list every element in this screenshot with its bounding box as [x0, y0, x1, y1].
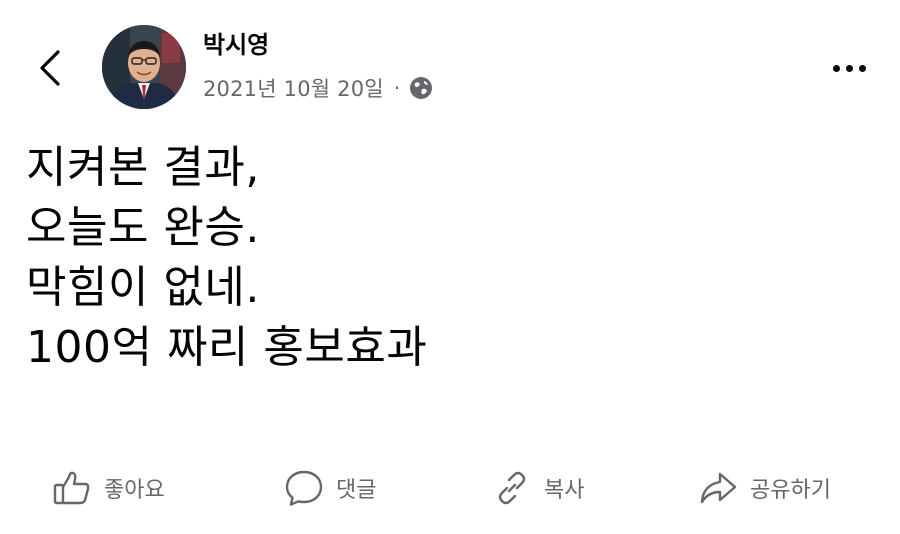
post-date[interactable]: 2021년 10월 20일 — [203, 73, 384, 103]
comment-bubble-icon — [282, 466, 326, 510]
author-name[interactable]: 박시영 — [203, 30, 269, 60]
share-arrow-icon — [696, 466, 740, 510]
post-header: 박시영 2021년 10월 20일 · — [0, 0, 900, 120]
copy-link-button[interactable]: 복사 — [490, 458, 584, 518]
post-text-line: 막힘이 없네. — [26, 262, 260, 313]
share-label: 공유하기 — [750, 478, 831, 503]
like-label: 좋아요 — [104, 478, 165, 503]
globe-icon — [408, 75, 434, 101]
comment-label: 댓글 — [336, 478, 377, 503]
post-text-line: 100억 짜리 홍보효과 — [26, 322, 428, 373]
comment-button[interactable]: 댓글 — [282, 458, 376, 518]
post-actions-bar: 좋아요 댓글 복사 공유하기 — [0, 458, 900, 518]
author-avatar[interactable] — [102, 25, 186, 109]
share-button[interactable]: 공유하기 — [696, 458, 831, 518]
chevron-left-icon — [40, 50, 60, 86]
thumbs-up-icon — [50, 466, 94, 510]
copy-label: 복사 — [544, 478, 585, 503]
post-text-line: 지켜본 결과, — [26, 142, 260, 193]
post-text: 지켜본 결과, 오늘도 완승. 막힘이 없네. 100억 짜리 홍보효과 — [26, 138, 886, 378]
more-options-button[interactable] — [826, 54, 872, 82]
post-text-line: 오늘도 완승. — [26, 202, 260, 253]
like-button[interactable]: 좋아요 — [50, 458, 165, 518]
back-button[interactable] — [30, 44, 70, 92]
post-meta: 2021년 10월 20일 · — [203, 72, 434, 104]
more-horizontal-icon — [832, 64, 840, 72]
link-icon — [490, 466, 534, 510]
meta-separator: · — [393, 76, 401, 100]
